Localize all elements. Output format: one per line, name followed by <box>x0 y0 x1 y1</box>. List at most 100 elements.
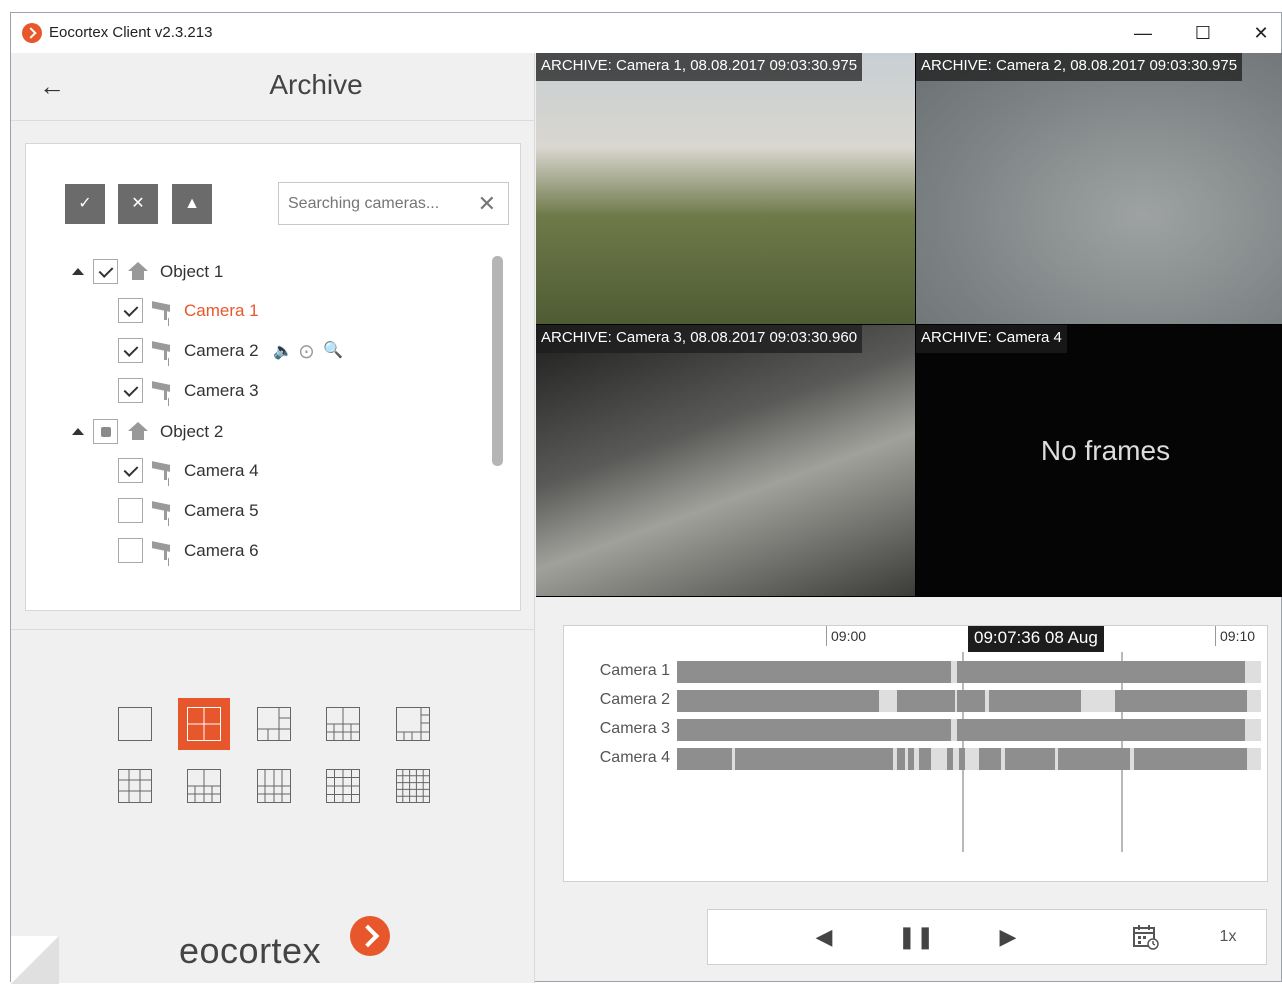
collapse-triangle-icon[interactable] <box>72 268 84 275</box>
playback-speed[interactable]: 1x <box>1208 920 1248 954</box>
title-bar: Eocortex Client v2.3.213 — ☐ ✕ <box>11 13 1281 53</box>
tree-camera-5[interactable]: Camera 5 <box>118 498 318 526</box>
layout-4plus9-button[interactable] <box>248 760 300 812</box>
track-segment <box>897 748 905 770</box>
layout-1plus5-icon <box>257 707 291 741</box>
track-segment <box>677 748 732 770</box>
collapse-all-button[interactable]: ▲ <box>172 184 212 224</box>
video-label: ARCHIVE: Camera 2, 08.08.2017 09:03:30.9… <box>916 53 1243 81</box>
camera-5-checkbox[interactable] <box>118 498 143 523</box>
timeline-cursor-label: 09:07:36 08 Aug <box>968 626 1104 652</box>
layout-3x3-button[interactable] <box>109 760 161 812</box>
layout-4x4-button[interactable] <box>317 760 369 812</box>
track-camera-2[interactable] <box>677 690 1261 712</box>
resize-corner[interactable] <box>11 936 59 984</box>
track-segment <box>677 690 879 712</box>
track-segment <box>989 690 1081 712</box>
prev-frame-button[interactable]: ◀ <box>806 920 842 954</box>
collapse-triangle-icon[interactable] <box>72 428 84 435</box>
page-title: Archive <box>269 69 363 100</box>
camera-2-label: Camera 2 <box>184 341 259 360</box>
video-tile-camera-3[interactable]: ARCHIVE: Camera 3, 08.08.2017 09:03:30.9… <box>536 325 915 596</box>
track-label: Camera 3 <box>599 720 670 737</box>
track-camera-3[interactable] <box>677 719 1261 741</box>
layout-1x1-button[interactable] <box>109 698 161 750</box>
layout-2x2-button[interactable] <box>178 698 230 750</box>
track-camera-4[interactable] <box>677 748 1261 770</box>
layout-1plus7-icon <box>396 707 430 741</box>
ptz-icon[interactable]: ⊙ <box>298 339 315 364</box>
minimize-button[interactable]: — <box>1121 19 1165 47</box>
layout-1plus7-button[interactable] <box>387 698 439 750</box>
tree-scrollbar[interactable] <box>492 256 503 466</box>
playback-controls: ◀ ❚❚ ▶ 1x <box>707 909 1267 965</box>
calendar-clock-icon[interactable] <box>1128 920 1164 954</box>
track-segment <box>1058 748 1130 770</box>
layout-1x1-icon <box>118 707 152 741</box>
clear-search-icon[interactable]: ✕ <box>478 191 496 217</box>
video-tile-camera-2[interactable]: ARCHIVE: Camera 2, 08.08.2017 09:03:30.9… <box>916 53 1282 324</box>
tree-camera-4[interactable]: Camera 4 <box>118 458 318 486</box>
object-2-checkbox[interactable] <box>93 419 118 444</box>
camera-tree-panel: ✓ ✕ ▲ ✕ Object 1 Camera 1 <box>25 143 521 611</box>
track-camera-1[interactable] <box>677 661 1261 683</box>
sound-icon[interactable]: 🔈 <box>273 341 293 361</box>
camera-icon <box>152 502 174 520</box>
next-frame-button[interactable]: ▶ <box>990 920 1026 954</box>
camera-icon <box>152 462 174 480</box>
layout-5x5-button[interactable] <box>387 760 439 812</box>
camera-4-checkbox[interactable] <box>118 458 143 483</box>
video-tile-camera-1[interactable]: ARCHIVE: Camera 1, 08.08.2017 09:03:30.9… <box>536 53 915 324</box>
object-1-checkbox[interactable] <box>93 259 118 284</box>
track-segment <box>959 748 965 770</box>
track-segment <box>957 661 1245 683</box>
tree-camera-2[interactable]: Camera 2 🔈 ⊙ 🔍 <box>118 338 368 366</box>
track-segment <box>979 748 1001 770</box>
tree-object-1[interactable]: Object 1 <box>72 259 272 287</box>
camera-3-checkbox[interactable] <box>118 378 143 403</box>
track-segment <box>1134 748 1247 770</box>
layout-1plus12-button[interactable] <box>178 760 230 812</box>
camera-icon <box>152 342 174 360</box>
camera-6-checkbox[interactable] <box>118 538 143 563</box>
track-segment <box>957 719 1245 741</box>
layout-2plus4-button[interactable] <box>317 698 369 750</box>
camera-2-checkbox[interactable] <box>118 338 143 363</box>
archive-timeline[interactable]: 09:00 09:10 09:07:36 08 Aug Camera 1 Cam… <box>563 625 1268 882</box>
uncheck-all-button[interactable]: ✕ <box>118 184 158 224</box>
track-segment <box>908 748 914 770</box>
layout-2plus4-icon <box>326 707 360 741</box>
search-input[interactable] <box>288 193 468 215</box>
track-segment <box>1115 690 1247 712</box>
layout-5x5-icon <box>396 769 430 803</box>
camera-1-checkbox[interactable] <box>118 298 143 323</box>
object-1-label: Object 1 <box>160 262 224 281</box>
calendar-clock-icon-graphic <box>1133 925 1159 950</box>
window-title: Eocortex Client v2.3.213 <box>49 24 213 41</box>
track-segment <box>677 661 951 683</box>
layout-3x3-icon <box>118 769 152 803</box>
eocortex-brand-icon <box>350 916 390 956</box>
camera-icon <box>152 382 174 400</box>
archive-header: ← Archive <box>11 53 535 121</box>
eocortex-logo-icon <box>22 23 42 43</box>
close-button[interactable]: ✕ <box>1239 19 1282 47</box>
pause-button[interactable]: ❚❚ <box>896 920 936 954</box>
tree-camera-6[interactable]: Camera 6 <box>118 538 318 566</box>
camera-icon <box>152 542 174 560</box>
layout-4plus9-icon <box>257 769 291 803</box>
video-label: ARCHIVE: Camera 1, 08.08.2017 09:03:30.9… <box>536 53 863 81</box>
video-tile-camera-4[interactable]: ARCHIVE: Camera 4 No frames <box>916 325 1282 596</box>
tree-object-2[interactable]: Object 2 <box>72 419 272 447</box>
camera-1-label: Camera 1 <box>184 301 259 320</box>
layout-1plus5-button[interactable] <box>248 698 300 750</box>
tree-camera-1[interactable]: Camera 1 <box>118 298 318 326</box>
track-segment <box>677 719 951 741</box>
zoom-icon[interactable]: 🔍 <box>323 340 343 360</box>
tree-camera-3[interactable]: Camera 3 <box>118 378 318 406</box>
track-segment <box>735 748 893 770</box>
maximize-button[interactable]: ☐ <box>1181 19 1225 47</box>
check-all-button[interactable]: ✓ <box>65 184 105 224</box>
object-house-icon <box>128 262 148 282</box>
camera-3-label: Camera 3 <box>184 381 259 400</box>
